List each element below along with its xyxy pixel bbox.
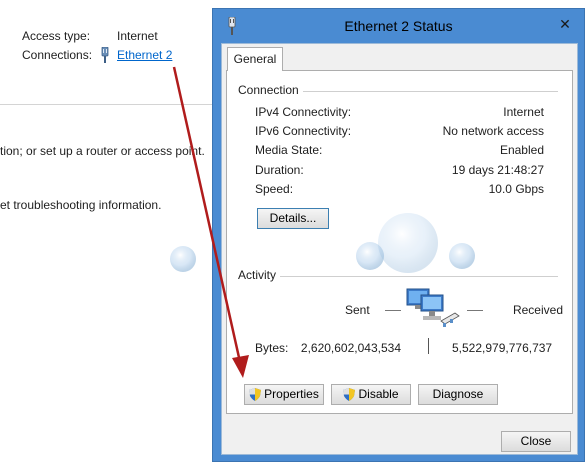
close-button[interactable]: Close [501, 431, 571, 452]
setup-router-text: tion; or set up a router or access point… [0, 144, 205, 158]
access-type-value: Internet [117, 29, 158, 43]
media-state-label: Media State: [255, 143, 323, 157]
duration-value: 19 days 21:48:27 [451, 163, 544, 177]
dialog-title: Ethernet 2 Status [344, 18, 453, 34]
connections-label: Connections: [22, 48, 93, 62]
ethernet-connection-link[interactable]: Ethernet 2 [117, 48, 172, 62]
ethernet-connection-icon [101, 47, 109, 63]
bytes-separator [428, 338, 429, 354]
details-button[interactable]: Details... [257, 208, 329, 229]
properties-button-label: Properties [264, 387, 319, 401]
ipv4-connectivity-label: IPv4 Connectivity: [255, 105, 352, 119]
speed-label: Speed: [255, 182, 294, 196]
ethernet-status-dialog: Ethernet 2 Status ✕ General Connection I… [212, 8, 585, 462]
access-type-label: Access type: [22, 29, 91, 43]
received-dash [467, 310, 483, 311]
ipv4-connectivity-value: Internet [503, 105, 544, 119]
tab-general[interactable]: General [227, 47, 283, 71]
troubleshooting-text: et troubleshooting information. [0, 198, 162, 212]
received-label: Received [512, 303, 563, 317]
dialog-client-area: General Connection IPv4 Connectivity: In… [221, 43, 578, 455]
bytes-received-value: 5,522,979,776,737 [452, 341, 553, 355]
ipv6-connectivity-value: No network access [442, 124, 544, 138]
uac-shield-icon [249, 388, 262, 401]
duration-label: Duration: [255, 163, 304, 177]
title-bar[interactable]: Ethernet 2 Status ✕ [213, 9, 584, 43]
media-state-value: Enabled [499, 143, 544, 157]
window-close-icon[interactable]: ✕ [554, 14, 576, 34]
disable-button-label: Disable [358, 387, 399, 401]
diagnose-button[interactable]: Diagnose [418, 384, 498, 405]
properties-button[interactable]: Properties [244, 384, 324, 405]
divider [0, 104, 213, 105]
activity-group-label: Activity [238, 268, 281, 282]
sent-label: Sent [345, 303, 370, 317]
bytes-sent-value: 2,620,602,043,534 [300, 341, 401, 355]
speed-value: 10.0 Gbps [488, 182, 544, 196]
sent-dash [385, 310, 401, 311]
network-computers-icon [406, 288, 460, 327]
activity-group-line [241, 276, 558, 277]
uac-shield-icon [343, 388, 356, 401]
connection-group-label: Connection [238, 83, 303, 97]
general-tab-panel: Connection IPv4 Connectivity: Internet I… [226, 70, 573, 414]
ipv6-connectivity-label: IPv6 Connectivity: [255, 124, 352, 138]
disable-button[interactable]: Disable [331, 384, 411, 405]
